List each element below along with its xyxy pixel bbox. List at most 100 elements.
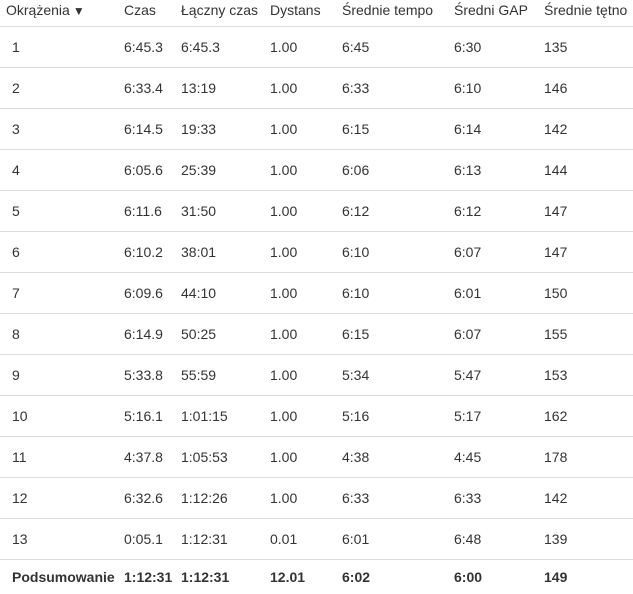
lap-time: 6:09.6: [124, 272, 181, 314]
lap-distance: 1.00: [270, 477, 342, 519]
header-avg-hr[interactable]: Średnie tętno: [544, 0, 633, 27]
lap-distance: 1.00: [270, 108, 342, 150]
table-row[interactable]: 2 6:33.4 13:19 1.00 6:33 6:10 146: [0, 67, 633, 109]
header-laps[interactable]: Okrążenia ▼: [0, 0, 124, 27]
lap-avg-pace: 6:15: [342, 108, 454, 150]
lap-avg-hr: 142: [544, 477, 633, 519]
lap-time: 6:10.2: [124, 231, 181, 273]
summary-avg-gap: 6:00: [454, 568, 483, 585]
lap-avg-gap: 6:14: [454, 108, 544, 150]
table-row[interactable]: 11 4:37.8 1:05:53 1.00 4:38 4:45 178: [0, 436, 633, 478]
lap-avg-gap: 4:45: [454, 436, 544, 478]
lap-distance: 1.00: [270, 67, 342, 109]
lap-number: 8: [0, 313, 124, 355]
header-laps-label: Okrążenia: [6, 2, 70, 18]
lap-avg-hr: 147: [544, 231, 633, 273]
lap-total-time: 1:05:53: [181, 436, 270, 478]
lap-avg-pace: 4:38: [342, 436, 454, 478]
header-avg-pace[interactable]: Średnie tempo: [342, 0, 454, 27]
lap-avg-pace: 6:12: [342, 190, 454, 232]
header-total-time[interactable]: Łączny czas: [181, 0, 270, 27]
lap-distance: 1.00: [270, 436, 342, 478]
lap-number: 1: [0, 26, 124, 68]
lap-avg-gap: 6:10: [454, 67, 544, 109]
lap-number: 7: [0, 272, 124, 314]
lap-avg-hr: 150: [544, 272, 633, 314]
lap-avg-hr: 147: [544, 190, 633, 232]
lap-number: 9: [0, 354, 124, 396]
laps-table-body: 1 6:45.3 6:45.3 1.00 6:45 6:30 135 2 6:33.4 13:19…: [0, 26, 633, 560]
lap-avg-gap: 6:01: [454, 272, 544, 314]
summary-avg-pace: 6:02: [342, 568, 371, 585]
summary-time: 1:12:31: [124, 568, 173, 585]
lap-total-time: 25:39: [181, 149, 270, 191]
lap-total-time: 13:19: [181, 67, 270, 109]
lap-distance: 1.00: [270, 272, 342, 314]
laps-table: Okrążenia ▼ Czas Łączny czas Dystans Śred…: [0, 0, 633, 593]
lap-number: 5: [0, 190, 124, 232]
header-avg-gap[interactable]: Średni GAP: [454, 0, 544, 27]
lap-time: 0:05.1: [124, 518, 181, 560]
lap-distance: 1.00: [270, 231, 342, 273]
lap-number: 10: [0, 395, 124, 437]
header-row: Okrążenia ▼ Czas Łączny czas Dystans Śred…: [0, 0, 633, 27]
lap-total-time: 44:10: [181, 272, 270, 314]
lap-total-time: 1:12:26: [181, 477, 270, 519]
lap-avg-gap: 5:47: [454, 354, 544, 396]
lap-avg-gap: 6:12: [454, 190, 544, 232]
header-time[interactable]: Czas: [124, 0, 181, 27]
lap-avg-hr: 155: [544, 313, 633, 355]
lap-number: 2: [0, 67, 124, 109]
lap-number: 3: [0, 108, 124, 150]
table-row[interactable]: 1 6:45.3 6:45.3 1.00 6:45 6:30 135: [0, 26, 633, 68]
lap-avg-hr: 153: [544, 354, 633, 396]
table-row[interactable]: 7 6:09.6 44:10 1.00 6:10 6:01 150: [0, 272, 633, 314]
lap-distance: 1.00: [270, 354, 342, 396]
lap-time: 6:05.6: [124, 149, 181, 191]
lap-time: 6:32.6: [124, 477, 181, 519]
summary-row: Podsumowanie 1:12:31 1:12:31 12.01 6:02 …: [0, 560, 633, 594]
summary-distance: 12.01: [270, 568, 306, 585]
table-row[interactable]: 13 0:05.1 1:12:31 0.01 6:01 6:48 139: [0, 518, 633, 560]
lap-avg-pace: 6:45: [342, 26, 454, 68]
table-row[interactable]: 6 6:10.2 38:01 1.00 6:10 6:07 147: [0, 231, 633, 273]
table-row[interactable]: 9 5:33.8 55:59 1.00 5:34 5:47 153: [0, 354, 633, 396]
lap-avg-pace: 6:01: [342, 518, 454, 560]
lap-avg-hr: 144: [544, 149, 633, 191]
header-distance[interactable]: Dystans: [270, 0, 342, 27]
table-row[interactable]: 4 6:05.6 25:39 1.00 6:06 6:13 144: [0, 149, 633, 191]
table-row[interactable]: 3 6:14.5 19:33 1.00 6:15 6:14 142: [0, 108, 633, 150]
lap-avg-pace: 6:33: [342, 67, 454, 109]
lap-total-time: 6:45.3: [181, 26, 270, 68]
lap-distance: 1.00: [270, 313, 342, 355]
lap-distance: 1.00: [270, 190, 342, 232]
lap-time: 5:33.8: [124, 354, 181, 396]
laps-summary: Podsumowanie 1:12:31 1:12:31 12.01 6:02 …: [0, 560, 633, 594]
lap-avg-pace: 6:15: [342, 313, 454, 355]
lap-distance: 1.00: [270, 395, 342, 437]
table-row[interactable]: 12 6:32.6 1:12:26 1.00 6:33 6:33 142: [0, 477, 633, 519]
lap-avg-pace: 6:06: [342, 149, 454, 191]
lap-total-time: 55:59: [181, 354, 270, 396]
lap-total-time: 1:12:31: [181, 518, 270, 560]
lap-avg-hr: 146: [544, 67, 633, 109]
lap-time: 5:16.1: [124, 395, 181, 437]
sort-descending-icon: ▼: [72, 4, 85, 18]
lap-avg-hr: 142: [544, 108, 633, 150]
lap-avg-pace: 6:10: [342, 231, 454, 273]
lap-distance: 1.00: [270, 26, 342, 68]
table-row[interactable]: 8 6:14.9 50:25 1.00 6:15 6:07 155: [0, 313, 633, 355]
lap-avg-gap: 6:33: [454, 477, 544, 519]
lap-avg-gap: 6:48: [454, 518, 544, 560]
lap-number: 11: [0, 436, 124, 478]
table-row[interactable]: 10 5:16.1 1:01:15 1.00 5:16 5:17 162: [0, 395, 633, 437]
lap-time: 6:14.5: [124, 108, 181, 150]
lap-avg-gap: 6:13: [454, 149, 544, 191]
lap-avg-gap: 6:30: [454, 26, 544, 68]
lap-time: 6:14.9: [124, 313, 181, 355]
lap-avg-hr: 135: [544, 26, 633, 68]
table-row[interactable]: 5 6:11.6 31:50 1.00 6:12 6:12 147: [0, 190, 633, 232]
lap-avg-pace: 6:33: [342, 477, 454, 519]
lap-avg-pace: 5:16: [342, 395, 454, 437]
lap-distance: 0.01: [270, 518, 342, 560]
